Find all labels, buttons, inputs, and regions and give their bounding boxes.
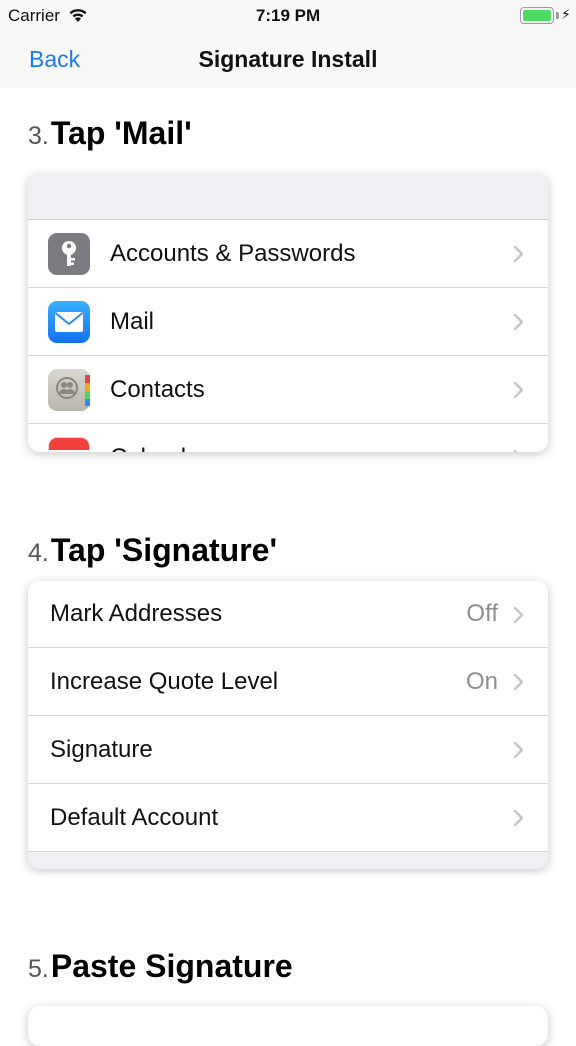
row-value: Off [466,600,498,627]
charging-bolt-icon: ⚡ [561,6,571,22]
settings-row-contacts: Contacts [28,356,548,424]
battery-tip [556,12,559,19]
key-icon [48,233,90,275]
step-number: 4. [28,539,49,567]
row-label: Increase Quote Level [50,667,279,695]
battery-icon [520,7,554,24]
settings-row-signature: Signature [28,716,548,784]
step-number: 5. [28,955,49,983]
row-label: Contacts [110,375,205,403]
row-label: Mail [110,307,155,335]
navigation-bar: Back Signature Install [0,32,576,88]
status-bar: Carrier 7:19 PM ⚡ [0,0,576,32]
row-label: Accounts & Passwords [110,239,356,267]
chevron-right-icon [513,741,524,759]
mail-icon [48,301,90,343]
chevron-right-icon [513,245,524,263]
settings-group-footer [28,852,548,869]
chevron-right-icon [513,673,524,691]
settings-row-mail: Mail [28,288,548,356]
calendar-header-strip [49,438,89,450]
mail-settings-screenshot-card: Mark Addresses Off Increase Quote Level … [28,581,548,869]
step-5-heading: 5.Paste Signature [28,948,293,985]
step-title: Tap 'Signature' [50,532,278,568]
settings-screenshot-card: Accounts & Passwords Mail Contacts [28,174,548,452]
step-title: Paste Signature [50,948,293,984]
chevron-right-icon [513,313,524,331]
clock-time: 7:19 PM [255,6,321,25]
settings-row-accounts-passwords: Accounts & Passwords [28,220,548,288]
chevron-right-icon [513,809,524,827]
row-label: Mark Addresses [50,600,223,627]
row-label: Default Account [50,803,219,831]
step-4-heading: 4.Tap 'Signature' [28,532,277,569]
paste-signature-card [28,1006,548,1046]
settings-row-increase-quote-level: Increase Quote Level On [28,648,548,716]
settings-row-calendar: Calendar [28,424,548,452]
step-title: Tap 'Mail' [50,115,192,151]
contacts-icon [48,369,90,411]
back-button[interactable]: Back [29,46,80,73]
calendar-icon [48,437,90,452]
settings-row-default-account: Default Account [28,784,548,852]
battery-fill [523,10,551,21]
step-number: 3. [28,122,49,150]
page-title: Signature Install [198,46,378,72]
chevron-right-icon [513,606,524,624]
chevron-right-icon [513,381,524,399]
row-value: On [465,667,498,695]
row-label: Signature [50,735,153,763]
settings-group-header [28,174,548,220]
settings-row-mark-addresses: Mark Addresses Off [28,581,548,648]
row-label: Calendar [110,444,207,453]
step-3-heading: 3.Tap 'Mail' [28,115,192,152]
chevron-right-icon [513,449,518,452]
